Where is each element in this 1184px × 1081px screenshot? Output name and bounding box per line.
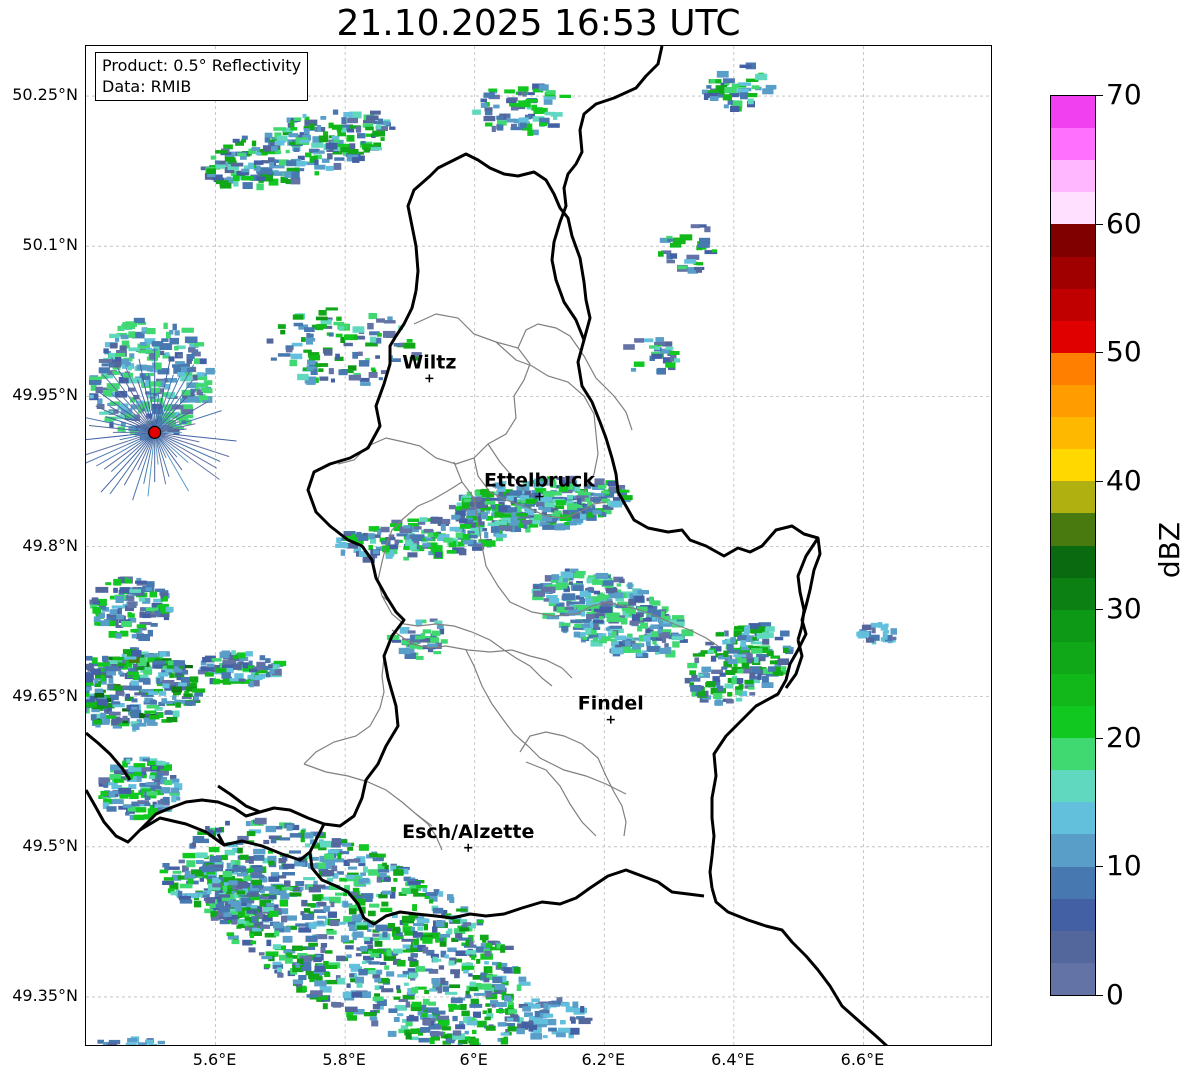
lat-tick-label: 49.8°N [22,535,78,555]
colorbar-tick-label: 30 [1106,592,1142,626]
city-label: Wiltz [402,351,456,373]
city-label: Findel [578,693,644,715]
canton-boundaries [303,313,719,851]
lat-tick-label: 50.1°N [22,235,78,255]
colorbar-tick-label: 20 [1106,720,1142,754]
colorbar-segment [1051,255,1095,289]
colorbar-segment [1051,320,1095,353]
colorbar-segment [1051,544,1095,578]
colorbar-segment [1051,223,1095,257]
colorbar-segment [1051,384,1095,418]
colorbar-segment [1051,609,1095,642]
colorbar-tick-mark [1096,995,1103,996]
colorbar-tick-label: 70 [1106,78,1142,111]
city-marker: Findel [578,693,644,724]
colorbar-tick-label: 0 [1106,978,1124,1011]
colorbar-tick-mark [1096,95,1103,96]
map-canvas: Wiltz Ettelbruck Findel Esch/Alzette [86,46,991,1045]
colorbar-segment [1051,416,1095,450]
lon-tick-label: 6.6°E [840,1050,885,1069]
lat-tick-label: 49.65°N [12,685,78,705]
city-cross-icon [464,843,473,852]
lon-tick-label: 5.6°E [192,1050,237,1069]
colorbar-tick-mark [1096,352,1103,354]
colorbar-segment [1051,833,1095,867]
reflectivity-echoes [86,62,897,1045]
colorbar-segment [1051,801,1095,835]
colorbar-segment [1051,480,1095,514]
lon-tick-label: 6.2°E [581,1050,626,1069]
colorbar-label: dBZ [1153,521,1184,579]
lat-tick-label: 49.95°N [12,385,78,405]
city-marker: Wiltz [402,351,456,383]
lat-tick-label: 50.25°N [12,85,78,105]
radar-site-marker [148,425,162,439]
colorbar-segment [1051,577,1095,610]
colorbar [1050,95,1096,996]
colorbar-segment [1051,962,1095,995]
colorbar-segment [1051,673,1095,707]
data-source-label: Data: RMIB [102,77,192,96]
lon-tick-label: 5.8°E [322,1050,366,1069]
colorbar-segment [1051,127,1095,161]
colorbar-tick-mark [1096,866,1103,868]
colorbar-tick-label: 60 [1106,206,1142,240]
colorbar-tick-mark [1096,609,1103,611]
colorbar-segment [1051,352,1095,385]
colorbar-segment [1051,159,1095,193]
colorbar-segment [1051,448,1095,482]
colorbar-segment [1051,512,1095,546]
colorbar-segment [1051,898,1095,931]
colorbar-tick-mark [1096,480,1103,482]
radar-map: Wiltz Ettelbruck Findel Esch/Alzette Produc… [85,45,992,1046]
colorbar-segment [1051,865,1095,899]
city-cross-icon [425,374,434,383]
city-cross-icon [606,715,615,724]
colorbar-tick-label: 50 [1106,335,1142,369]
colorbar-tick-label: 40 [1106,463,1142,497]
colorbar-segment [1051,191,1095,225]
map-title: 21.10.2025 16:53 UTC [336,3,741,44]
colorbar-segment [1051,737,1095,771]
city-label: Esch/Alzette [402,821,534,843]
lat-tick-label: 49.5°N [22,835,78,855]
colorbar-segment [1051,288,1095,321]
lat-tick-label: 49.35°N [12,985,78,1005]
product-label: Product: 0.5° Reflectivity [102,56,302,75]
info-box: Product: 0.5° Reflectivity Data: RMIB [95,52,309,101]
colorbar-tick-label: 10 [1106,849,1142,883]
colorbar-segment [1051,641,1095,674]
city-label: Ettelbruck [484,469,595,491]
lon-tick-label: 6°E [459,1050,488,1069]
lon-tick-label: 6.4°E [711,1050,755,1069]
colorbar-segment [1051,705,1095,739]
colorbar-segment [1051,96,1095,129]
colorbar-tick-mark [1096,737,1103,739]
colorbar-segment [1051,930,1095,963]
colorbar-tick-mark [1096,223,1103,225]
colorbar-segment [1051,769,1095,803]
